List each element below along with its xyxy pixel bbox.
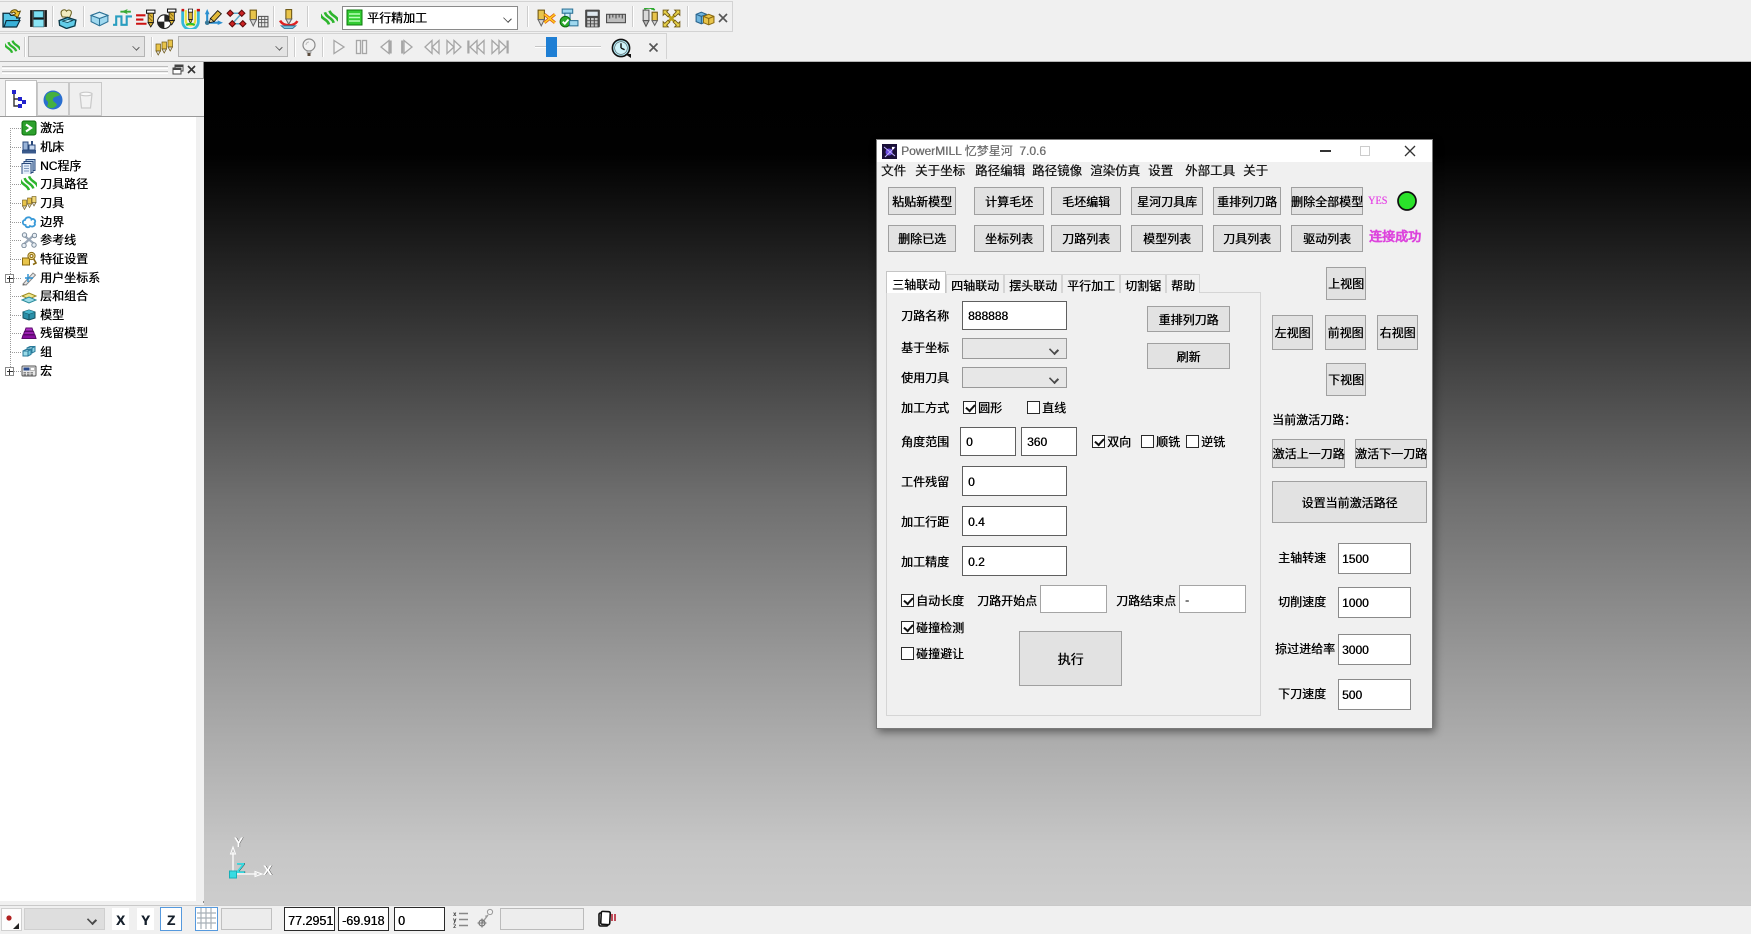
svg-text:X: X [263,862,273,878]
svg-text:Y: Y [234,834,244,850]
svg-text:z: z [453,924,456,928]
